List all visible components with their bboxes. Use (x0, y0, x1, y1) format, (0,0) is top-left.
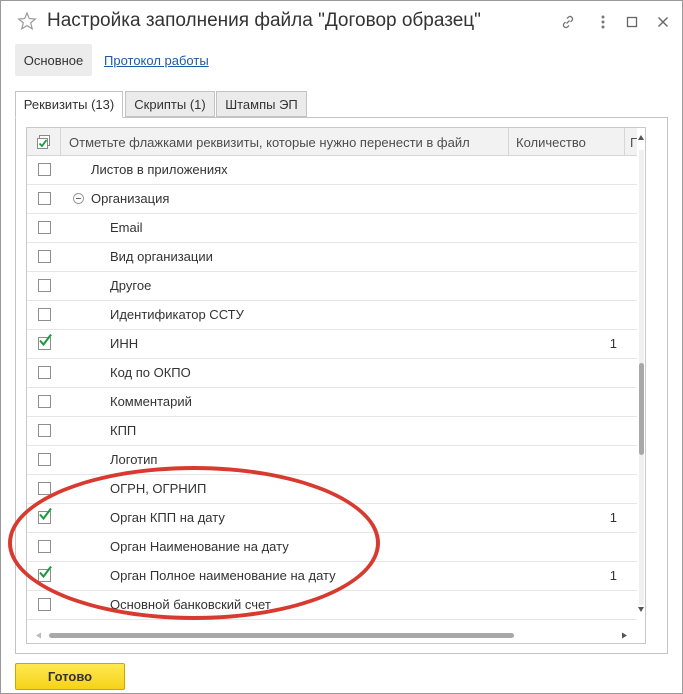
table-row[interactable]: Орган КПП на дату 1 (27, 504, 637, 533)
favorite-star-icon[interactable] (17, 11, 37, 31)
row-checkbox[interactable] (38, 163, 51, 176)
check-all-icon[interactable] (27, 128, 61, 156)
row-checkbox[interactable] (38, 366, 51, 379)
row-checkbox[interactable] (38, 308, 51, 321)
row-label: Другое (110, 278, 152, 293)
horizontal-scrollbar[interactable] (27, 628, 637, 643)
column-header-quantity[interactable]: Количество (509, 128, 625, 156)
settings-window: Настройка заполнения файла "Договор обра… (0, 0, 683, 694)
scroll-left-icon[interactable] (35, 632, 42, 639)
table-row[interactable]: Другое (27, 272, 637, 301)
tab-ep-stamps[interactable]: Штампы ЭП (216, 91, 307, 117)
row-label: Листов в приложениях (91, 162, 228, 177)
row-label: Код по ОКПО (110, 365, 191, 380)
row-checkbox[interactable] (38, 279, 51, 292)
table-row[interactable]: Основной банковский счет (27, 591, 637, 620)
row-label: Основной банковский счет (110, 597, 271, 612)
horizontal-scroll-thumb[interactable] (49, 633, 514, 638)
column-header-name[interactable]: Отметьте флажками реквизиты, которые нуж… (61, 128, 509, 156)
row-label: ИНН (110, 336, 139, 351)
maximize-icon[interactable] (623, 13, 641, 31)
table-row[interactable]: Орган Наименование на дату (27, 533, 637, 562)
table-row[interactable]: КПП (27, 417, 637, 446)
table-row[interactable]: Организация (27, 185, 637, 214)
row-quantity: 1 (609, 510, 617, 525)
row-checkbox[interactable] (38, 540, 51, 553)
row-checkbox[interactable] (38, 507, 52, 524)
scroll-down-icon[interactable] (637, 605, 645, 613)
checkmark-icon (39, 565, 52, 579)
row-checkbox[interactable] (38, 333, 52, 350)
row-checkbox[interactable] (38, 192, 51, 205)
main-button[interactable]: Основное (15, 44, 92, 76)
row-label: КПП (110, 423, 137, 438)
vertical-scrollbar[interactable] (637, 128, 645, 643)
row-label: Логотип (110, 452, 158, 467)
link-icon[interactable] (559, 13, 577, 31)
table-row[interactable]: Комментарий (27, 388, 637, 417)
more-icon[interactable] (594, 13, 612, 31)
row-label: Организация (91, 191, 170, 206)
tab-scripts[interactable]: Скрипты (1) (125, 91, 215, 117)
table-row[interactable]: Орган Полное наименование на дату 1 (27, 562, 637, 591)
row-checkbox[interactable] (38, 565, 52, 582)
scroll-up-icon[interactable] (637, 134, 645, 142)
table-row[interactable]: Идентификатор ССТУ (27, 301, 637, 330)
table-row[interactable]: Email (27, 214, 637, 243)
checkmark-icon (39, 507, 52, 521)
row-checkbox[interactable] (38, 395, 51, 408)
row-label: ОГРН, ОГРНИП (110, 481, 207, 496)
row-label: Идентификатор ССТУ (110, 307, 244, 322)
log-link[interactable]: Протокол работы (104, 53, 209, 68)
tab-panel: Отметьте флажками реквизиты, которые нуж… (15, 117, 668, 654)
row-label: Орган Полное наименование на дату (110, 568, 336, 583)
tab-requisites[interactable]: Реквизиты (13) (15, 91, 123, 118)
row-quantity: 1 (609, 336, 617, 351)
row-quantity: 1 (609, 568, 617, 583)
done-button[interactable]: Готово (15, 663, 125, 690)
close-icon[interactable] (654, 13, 672, 31)
table-row[interactable]: Листов в приложениях (27, 156, 637, 185)
row-label: Вид организации (110, 249, 213, 264)
table-row[interactable]: Код по ОКПО (27, 359, 637, 388)
scroll-right-icon[interactable] (621, 632, 628, 639)
title-bar: Настройка заполнения файла "Договор обра… (1, 1, 682, 41)
table-header: Отметьте флажками реквизиты, которые нуж… (27, 128, 645, 156)
table-row[interactable]: ОГРН, ОГРНИП (27, 475, 637, 504)
window-title: Настройка заполнения файла "Договор обра… (47, 10, 481, 31)
requisites-table: Отметьте флажками реквизиты, которые нуж… (26, 127, 646, 644)
table-row[interactable]: Вид организации (27, 243, 637, 272)
table-row[interactable]: Логотип (27, 446, 637, 475)
row-checkbox[interactable] (38, 250, 51, 263)
row-label: Комментарий (110, 394, 192, 409)
row-label: Email (110, 220, 143, 235)
collapse-group-icon[interactable] (73, 193, 84, 204)
scroll-thumb[interactable] (639, 363, 644, 455)
row-checkbox[interactable] (38, 424, 51, 437)
table-body: Листов в приложениях Организация Email В… (27, 156, 637, 620)
row-checkbox[interactable] (38, 453, 51, 466)
row-label: Орган Наименование на дату (110, 539, 289, 554)
row-checkbox[interactable] (38, 598, 51, 611)
checkmark-icon (39, 333, 52, 347)
row-label: Орган КПП на дату (110, 510, 225, 525)
row-checkbox[interactable] (38, 482, 51, 495)
row-checkbox[interactable] (38, 221, 51, 234)
table-row[interactable]: ИНН 1 (27, 330, 637, 359)
